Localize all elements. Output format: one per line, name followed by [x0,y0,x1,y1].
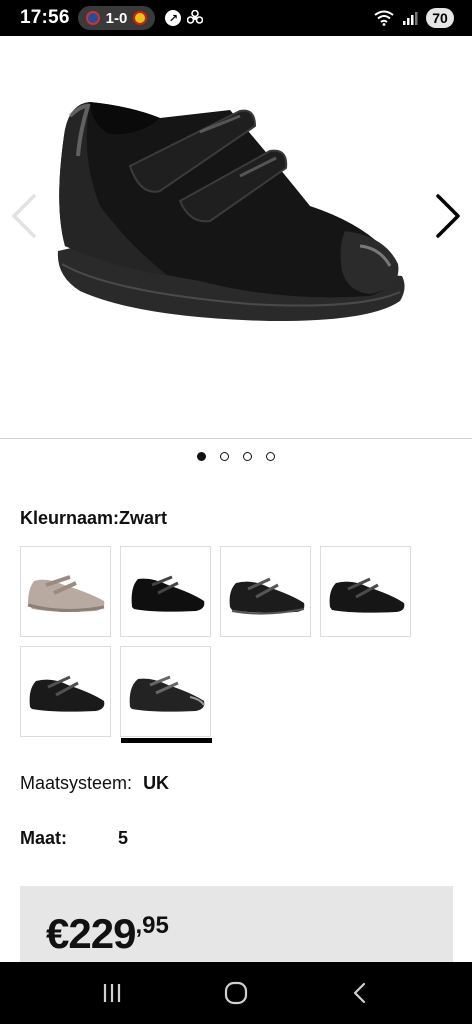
status-time: 17:56 [20,7,70,28]
product-gallery[interactable] [0,36,472,439]
size-system-value[interactable]: UK [143,773,169,793]
color-label-prefix: Kleurnaam: [20,508,120,528]
color-swatch-black-patent[interactable] [120,646,212,743]
color-swatch-taupe[interactable] [20,546,111,637]
wifi-icon [374,10,394,26]
psg-crest-icon [85,11,100,25]
gallery-dot[interactable] [243,452,252,461]
recent-apps-icon[interactable] [99,980,125,1006]
gallery-pagination [0,452,472,461]
android-nav-bar [0,962,472,1024]
battery-indicator: 70 [426,8,454,28]
color-value: Zwart [119,508,168,528]
status-bar: 17:56 1-0 ↗ 70 [0,0,472,36]
home-icon[interactable] [223,980,249,1006]
color-swatches [20,546,420,743]
size-label: Maat: [20,828,68,848]
color-swatch-black-1[interactable] [120,546,211,637]
price: €229,95 [46,910,169,958]
live-score-pill[interactable]: 1-0 [77,6,156,30]
product-image [57,102,405,322]
gallery-dot[interactable] [266,452,275,461]
gallery-dot[interactable] [220,452,229,461]
chevron-left-icon[interactable] [4,186,44,246]
price-cents: ,95 [135,912,169,939]
notification-icon: ↗ [165,10,182,26]
size-system-label: Maatsysteem: [20,773,133,793]
size-value[interactable]: 5 [118,828,128,849]
lens-crest-icon [133,11,148,25]
size-system-row[interactable]: Maatsysteem: UK [20,773,169,794]
live-score: 1-0 [105,9,128,27]
signal-icon [403,12,418,25]
color-name-label: Kleurnaam:Zwart [20,508,167,529]
back-icon[interactable] [347,980,373,1006]
size-row[interactable]: Maat: 5 [20,828,128,849]
color-swatch-black-4[interactable] [20,646,111,737]
color-swatch-black-2[interactable] [220,546,311,637]
gallery-divider [0,438,472,439]
fan-icon [187,10,204,24]
chevron-right-icon[interactable] [428,186,468,246]
gallery-dot[interactable] [197,452,206,461]
price-main: €229 [46,910,136,957]
color-swatch-black-3[interactable] [320,546,411,637]
